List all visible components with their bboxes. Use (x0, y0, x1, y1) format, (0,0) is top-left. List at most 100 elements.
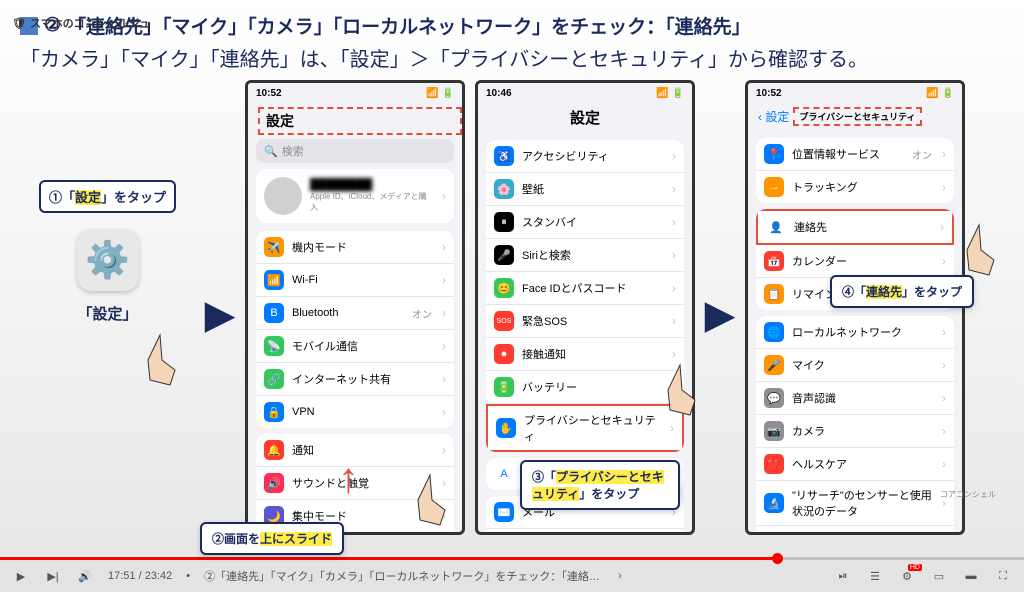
watermark: コアコンシェル (940, 489, 996, 500)
setting-label: バッテリー (522, 379, 664, 395)
search-input[interactable]: 🔍 検索 (256, 139, 454, 163)
callout-2: ②画面を上にスライド (200, 522, 344, 555)
play-button[interactable]: ▶ (12, 567, 30, 585)
list-item[interactable]: 📶Wi-Fi› (256, 264, 454, 297)
setting-icon: 🔗 (264, 369, 284, 389)
back-button[interactable]: ‹ 設定 (758, 108, 789, 125)
autoplay-toggle[interactable]: ⏯ (834, 567, 852, 585)
setting-icon: ● (494, 344, 514, 364)
list-item[interactable]: ✈️機内モード› (256, 231, 454, 264)
chevron-icon: › (942, 424, 946, 438)
setting-label: VPN (292, 406, 434, 418)
miniplayer-button[interactable]: ▭ (930, 567, 948, 585)
list-item[interactable]: 🏠HomeKit› (756, 526, 954, 535)
captions-button[interactable]: ☰ (866, 567, 884, 585)
list-item[interactable]: ✋プライバシーとセキュリティ› (486, 404, 684, 452)
setting-label: カメラ (792, 423, 934, 439)
list-item[interactable]: 😊Face IDとパスコード› (486, 272, 684, 305)
setting-label: 壁紙 (522, 181, 664, 197)
profile-row[interactable]: ████████ Apple ID、iCloud、メディアと購入 › (256, 169, 454, 223)
setting-label: 通知 (292, 442, 434, 458)
chevron-icon: › (442, 306, 446, 320)
list-item[interactable]: 🎤 マイク › (756, 349, 954, 382)
list-item[interactable]: 👤連絡先› (486, 529, 684, 535)
chevron-icon: › (442, 476, 446, 490)
hand-pointer-icon (140, 330, 190, 390)
privacy-group-1: 📍位置情報サービスオン›→トラッキング› (756, 138, 954, 203)
setting-icon: 🎤 (494, 245, 514, 265)
list-item[interactable]: 🔬"リサーチ"のセンサーと使用状況のデータ› (756, 481, 954, 526)
list-item[interactable]: 💬音声認識› (756, 382, 954, 415)
setting-icon: 🔊 (264, 473, 284, 493)
status-time: 10:46 (486, 88, 512, 99)
settings-app-icon: ⚙️ (77, 229, 139, 291)
left-column: ①「設定」をタップ ⚙️ 「設定」 (20, 80, 195, 324)
setting-icon: 🏠 (764, 532, 784, 535)
setting-icon: 🌸 (494, 179, 514, 199)
setting-icon: 😊 (494, 278, 514, 298)
avatar (264, 177, 302, 215)
chapter-next-icon[interactable]: › (618, 570, 622, 582)
status-bar: 10:52 📶 🔋 (248, 83, 462, 103)
list-item[interactable]: 🔗インターネット共有› (256, 363, 454, 396)
list-item[interactable]: ❤️ヘルスケア› (756, 448, 954, 481)
slide-content: ①「設定」をタップ ⚙️ 「設定」 ▶ 10:52 📶 🔋 設定 🔍 検索 ██… (20, 80, 1004, 550)
list-item[interactable]: 🔋バッテリー› (486, 371, 684, 404)
settings-app-label: 「設定」 (77, 303, 137, 324)
list-item[interactable]: 🎤Siriと検索› (486, 239, 684, 272)
arrow-right-2: ▶ (705, 292, 735, 338)
settings-group-1: ✈️機内モード›📶Wi-Fi›BBluetoothオン›📡モバイル通信›🔗インタ… (256, 231, 454, 428)
status-icons: 📶 🔋 (656, 88, 684, 99)
fullscreen-button[interactable]: ⛶ (994, 567, 1012, 585)
setting-icon: 👤 (766, 217, 786, 237)
list-item[interactable]: 📷カメラ› (756, 415, 954, 448)
setting-label: マイク (792, 357, 934, 373)
setting-icon: 🎤 (764, 355, 784, 375)
chevron-icon: › (442, 240, 446, 254)
list-item[interactable]: 🌸 壁紙 › (486, 173, 684, 206)
list-item[interactable]: 🔒VPN› (256, 396, 454, 428)
theater-button[interactable]: ▬ (962, 567, 980, 585)
chevron-icon: › (942, 358, 946, 372)
chevron-icon: › (442, 189, 446, 203)
setting-icon: 🌐 (764, 322, 784, 342)
list-item[interactable]: ♿アクセシビリティ› (486, 140, 684, 173)
setting-icon: ✈️ (264, 237, 284, 257)
setting-icon: 🔋 (494, 377, 514, 397)
chevron-icon: › (942, 457, 946, 471)
setting-icon: ✉️ (494, 502, 514, 522)
list-item[interactable]: 🌐ローカルネットワーク› (756, 316, 954, 349)
list-item[interactable]: SOS緊急SOS› (486, 305, 684, 338)
setting-label: カレンダー (792, 253, 934, 269)
setting-icon: 🔔 (264, 440, 284, 460)
status-bar: 10:52 📶 🔋 (748, 83, 962, 103)
list-item[interactable]: 📍位置情報サービスオン› (756, 138, 954, 171)
list-item[interactable]: BBluetoothオン› (256, 297, 454, 330)
profile-name: ████████ (310, 179, 434, 191)
volume-button[interactable]: 🔊 (76, 567, 94, 585)
list-item[interactable]: 👤連絡先› (756, 209, 954, 245)
phone-screenshot-1: 10:52 📶 🔋 設定 🔍 検索 ████████ Apple ID、iClo… (245, 80, 465, 535)
chevron-icon: › (442, 509, 446, 523)
settings-button[interactable]: ⚙HD (898, 567, 916, 585)
setting-label: "リサーチ"のセンサーと使用状況のデータ (792, 487, 934, 519)
list-item[interactable]: 📅カレンダー› (756, 245, 954, 278)
chevron-icon: › (942, 391, 946, 405)
next-button[interactable]: ▶| (44, 567, 62, 585)
list-item[interactable]: →トラッキング› (756, 171, 954, 203)
setting-label: Face IDとパスコード (522, 280, 664, 296)
setting-icon: 🔒 (264, 402, 284, 422)
profile-sub: Apple ID、iCloud、メディアと購入 (310, 191, 434, 213)
list-item[interactable]: ⏸スタンバイ› (486, 206, 684, 239)
setting-label: Bluetooth (292, 307, 404, 319)
list-item[interactable]: ●接触通知› (486, 338, 684, 371)
chevron-icon: › (672, 182, 676, 196)
chevron-icon: › (940, 220, 944, 234)
status-icons: 📶 🔋 (426, 88, 454, 99)
list-item[interactable]: 📡モバイル通信› (256, 330, 454, 363)
chevron-icon: › (942, 180, 946, 194)
channel-name[interactable]: 🛡 スマホのコンシェルジュ (12, 15, 150, 31)
slide-subtitle: 「カメラ」「マイク」「連絡先」は、「設定」＞「プライバシーとセキュリティ」から確… (20, 43, 1004, 72)
settings-group: ♿アクセシビリティ› 🌸 壁紙 › ⏸スタンバイ›🎤Siriと検索› 😊 Face IDとパ… (486, 140, 684, 452)
chevron-icon: › (672, 149, 676, 163)
